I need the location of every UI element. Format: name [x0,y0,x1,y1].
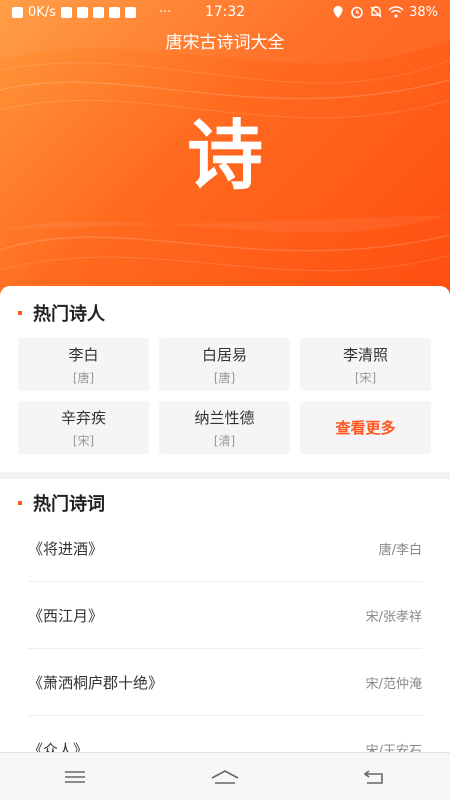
system-nav-bar [0,752,450,800]
hot-poets-header: 热门诗人 [0,301,105,325]
hero-logo: 诗 [187,111,263,200]
poet-name: 辛弃疾 [60,408,106,427]
poem-list-item[interactable]: 《将进酒》 唐/李白 [28,515,422,582]
app-title: 唐宋古诗词大全 [165,33,285,53]
back-icon [363,769,383,784]
poem-author: 唐/李白 [378,542,422,558]
poem-title: 《西江月》 [28,606,104,625]
section-marker [18,501,22,505]
status-time: 17:32 [204,4,246,20]
poem-list-item[interactable]: 《西江月》 宋/张孝祥 [28,582,422,649]
poet-card[interactable]: 李白 [唐] [18,338,149,391]
home-icon [211,769,239,784]
poet-dynasty: [唐] [213,370,236,385]
poet-dynasty: [唐] [72,370,95,385]
view-more-button[interactable]: 查看更多 [300,401,431,454]
poem-author: 宋/王安石 [365,744,422,752]
hot-poems-title: 热门诗词 [33,494,105,515]
poet-dynasty: [宋] [354,370,377,385]
hot-poems-header: 热门诗词 [0,491,105,515]
poet-dynasty: [宋] [72,433,95,448]
view-more-label: 查看更多 [335,419,396,437]
poem-author: 宋/范仲淹 [365,676,422,692]
poem-title: 《萧洒桐庐郡十绝》 [28,673,164,692]
poem-author: 宋/张孝祥 [365,609,422,625]
menu-button[interactable] [45,753,105,800]
poet-card[interactable]: 李清照 [宋] [300,338,431,391]
poem-list-item[interactable]: 《萧洒桐庐郡十绝》 宋/范仲淹 [28,649,422,716]
poem-title: 《众人》 [28,741,89,752]
hot-poets-title: 热门诗人 [33,304,105,325]
poet-name: 纳兰性德 [194,408,255,427]
poet-name: 李清照 [342,345,388,364]
poet-card[interactable]: 辛弃疾 [宋] [18,401,149,454]
poet-grid: 李白 [唐] 白居易 [唐] 李清照 [宋] 辛弃疾 [宋] 纳兰性德 [清] … [18,338,432,454]
poem-list-item[interactable]: 《众人》 宋/王安石 [28,716,422,752]
poet-dynasty: [清] [213,433,236,448]
section-marker [18,311,22,315]
menu-icon [65,770,85,783]
back-button[interactable] [345,753,405,800]
poet-name: 白居易 [201,345,247,364]
poet-name: 李白 [68,345,99,364]
hot-poems-section: 热门诗词 《将进酒》 唐/李白 《西江月》 宋/张孝祥 《萧洒桐庐郡十绝》 宋/… [0,479,450,752]
poet-card[interactable]: 白居易 [唐] [159,338,290,391]
poem-list: 《将进酒》 唐/李白 《西江月》 宋/张孝祥 《萧洒桐庐郡十绝》 宋/范仲淹 《… [28,515,422,752]
hero-banner: 0K/s ··· 17:32 38% 唐宋古诗词大全 诗 [0,0,450,300]
hot-poets-section: 热门诗人 李白 [唐] 白居易 [唐] 李清照 [宋] 辛弃疾 [宋] 纳兰性德… [0,286,450,472]
home-button[interactable] [195,753,255,800]
status-bar: 0K/s ··· 17:32 38% [0,0,450,24]
poet-card[interactable]: 纳兰性德 [清] [159,401,290,454]
poem-title: 《将进酒》 [28,539,104,558]
